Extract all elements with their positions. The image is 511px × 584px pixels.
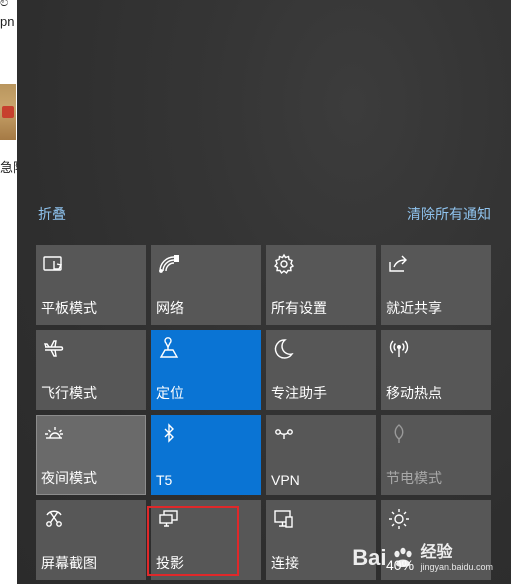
tile-label: 就近共享 [386,300,442,316]
tile-label: 平板模式 [41,300,97,316]
tile-label: 投影 [156,555,184,571]
network-icon [155,250,183,278]
tile-label: T5 [156,472,173,488]
tile-network[interactable]: 网络 [151,245,261,325]
tile-label: 网络 [156,300,184,316]
tile-mobile-hotspot[interactable]: 移动热点 [381,330,491,410]
brightness-icon [385,505,413,533]
background-window: ಲ pn 急隐 [0,0,18,584]
location-icon [155,335,183,363]
project-icon [155,505,183,533]
tile-location[interactable]: 定位 [151,330,261,410]
action-center-panel: 折叠 清除所有通知 平板模式 网络 所有设置 就近共享 飞行模式 定位 专注助手… [17,0,511,584]
tile-all-settings[interactable]: 所有设置 [266,245,376,325]
background-text: pn [0,14,15,29]
tile-focus-assist[interactable]: 专注助手 [266,330,376,410]
watermark-url: jingyan.baidu.com [420,561,493,572]
airplane-icon [40,335,68,363]
tile-bluetooth[interactable]: T5 [151,415,261,495]
night-light-icon [40,420,68,448]
bluetooth-icon [155,420,183,448]
tile-vpn[interactable]: VPN [266,415,376,495]
nearby-share-icon [385,250,413,278]
tile-night-light[interactable]: 夜间模式 [36,415,146,495]
tile-battery-saver[interactable]: 节电模式 [381,415,491,495]
tile-screen-snip[interactable]: 屏幕截图 [36,500,146,580]
tile-label: 屏幕截图 [41,555,97,571]
battery-saver-icon [385,420,413,448]
tile-label: VPN [271,472,300,488]
collapse-link[interactable]: 折叠 [38,204,66,224]
hotspot-icon [385,335,413,363]
connect-icon [270,505,298,533]
watermark-text: Bai [352,545,387,570]
screen-snip-icon [40,505,68,533]
tile-airplane-mode[interactable]: 飞行模式 [36,330,146,410]
tile-tablet-mode[interactable]: 平板模式 [36,245,146,325]
tile-label: 夜间模式 [41,470,97,486]
gear-icon [270,250,298,278]
background-text: ಲ [0,0,9,9]
background-text: 急隐 [0,160,18,175]
clear-all-notifications-link[interactable]: 清除所有通知 [407,204,491,224]
moon-icon [270,335,298,363]
tile-label: 节电模式 [386,470,442,486]
watermark-side: 经验 jingyan.baidu.com [420,543,493,572]
baidu-watermark: Bai 经验 jingyan.baidu.com [352,540,493,576]
tile-label: 移动热点 [386,385,442,401]
watermark-brand: 经验 [420,543,453,561]
tile-label: 专注助手 [271,385,327,401]
tile-label: 连接 [271,555,299,571]
tile-label: 定位 [156,385,184,401]
tile-label: 飞行模式 [41,385,97,401]
paw-icon [394,547,413,567]
tablet-mode-icon [40,250,68,278]
action-center-header: 折叠 清除所有通知 [17,204,511,226]
vpn-icon [270,420,298,448]
seal-image [2,106,14,118]
background-thumbnail [0,84,16,140]
tile-label: 所有设置 [271,300,327,316]
tile-project[interactable]: 投影 [151,500,261,580]
tile-nearby-share[interactable]: 就近共享 [381,245,491,325]
